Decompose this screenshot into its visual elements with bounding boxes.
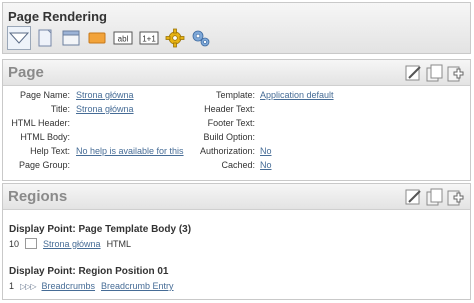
page-rendering-header: Page Rendering abl 1+1 xyxy=(3,3,470,53)
create-plus-icon[interactable] xyxy=(446,187,466,207)
region-type: HTML xyxy=(106,238,132,249)
title-link[interactable]: Strona główna xyxy=(76,103,134,115)
regions-panel-header: Regions xyxy=(3,184,470,210)
header-text-label: Header Text: xyxy=(204,104,255,114)
page-panel-title: Page xyxy=(8,64,44,81)
shared-components-gears-icon[interactable] xyxy=(189,26,213,50)
authorization-label: Authorization: xyxy=(199,146,255,156)
html-body-label: HTML Body: xyxy=(20,132,70,142)
edit-pencil-icon[interactable] xyxy=(404,187,424,207)
html-header-label: HTML Header: xyxy=(11,118,70,128)
page-document-icon[interactable] xyxy=(33,26,57,50)
page-panel-header: Page xyxy=(3,60,470,86)
region-name-link[interactable]: Breadcrumbs xyxy=(41,281,95,291)
copy-icon[interactable] xyxy=(425,187,445,207)
page-panel-actions xyxy=(404,63,466,83)
regions-panel: Regions Display Point: Page Template Bod… xyxy=(2,183,471,300)
help-text-label: Help Text: xyxy=(30,146,70,156)
page-name-link[interactable]: Strona główna xyxy=(76,89,134,101)
region-type-link[interactable]: Breadcrumb Entry xyxy=(101,281,174,291)
item-text-field-icon[interactable]: abl xyxy=(111,26,135,50)
page-attributes-right: Template: Application default Header Tex… xyxy=(193,89,463,179)
page-name-label: Page Name: xyxy=(19,90,70,100)
page-collapse-icon[interactable] xyxy=(7,26,31,50)
page-rendering-panel: Page Rendering abl 1+1 xyxy=(2,2,471,54)
template-label: Template: xyxy=(215,90,255,100)
footer-text-label: Footer Text: xyxy=(207,118,255,128)
page-panel: Page Page Name: Strona główna Title: Str… xyxy=(2,59,471,181)
region-sequence: 1 xyxy=(9,281,15,291)
title-label: Title: xyxy=(50,104,70,114)
display-point-heading: Display Point: Page Template Body (3) xyxy=(9,224,192,235)
create-plus-icon[interactable] xyxy=(446,63,466,83)
region-window-icon xyxy=(25,238,38,249)
computation-icon[interactable]: 1+1 xyxy=(137,26,161,50)
template-link[interactable]: Application default xyxy=(260,89,334,101)
edit-pencil-icon[interactable] xyxy=(404,63,424,83)
help-text-link[interactable]: No help is available for this xyxy=(76,145,184,157)
build-option-label: Build Option: xyxy=(203,132,255,142)
svg-text:1+1: 1+1 xyxy=(142,35,156,44)
region-row: 1 ▷▷▷ Breadcrumbs Breadcrumb Entry xyxy=(9,281,174,291)
page-rendering-title: Page Rendering xyxy=(8,9,107,24)
cached-link[interactable]: No xyxy=(260,159,272,171)
svg-text:abl: abl xyxy=(118,35,129,44)
page-group-label: Page Group: xyxy=(18,160,70,170)
display-point-heading: Display Point: Region Position 01 xyxy=(9,266,169,277)
breadcrumb-triangles-icon: ▷▷▷ xyxy=(20,281,37,291)
authorization-link[interactable]: No xyxy=(260,145,272,157)
region-name-link[interactable]: Strona główna xyxy=(43,239,101,249)
copy-icon[interactable] xyxy=(425,63,445,83)
region-window-icon[interactable] xyxy=(59,26,83,50)
region-sequence: 10 xyxy=(9,238,20,249)
button-orange-icon[interactable] xyxy=(85,26,109,50)
regions-panel-actions xyxy=(404,187,466,207)
cached-label: Cached: xyxy=(221,160,255,170)
regions-panel-title: Regions xyxy=(8,188,68,205)
process-gear-icon[interactable] xyxy=(163,26,187,50)
region-row: 10 Strona główna HTML xyxy=(9,238,131,249)
page-rendering-toolbar: abl 1+1 xyxy=(7,26,213,50)
